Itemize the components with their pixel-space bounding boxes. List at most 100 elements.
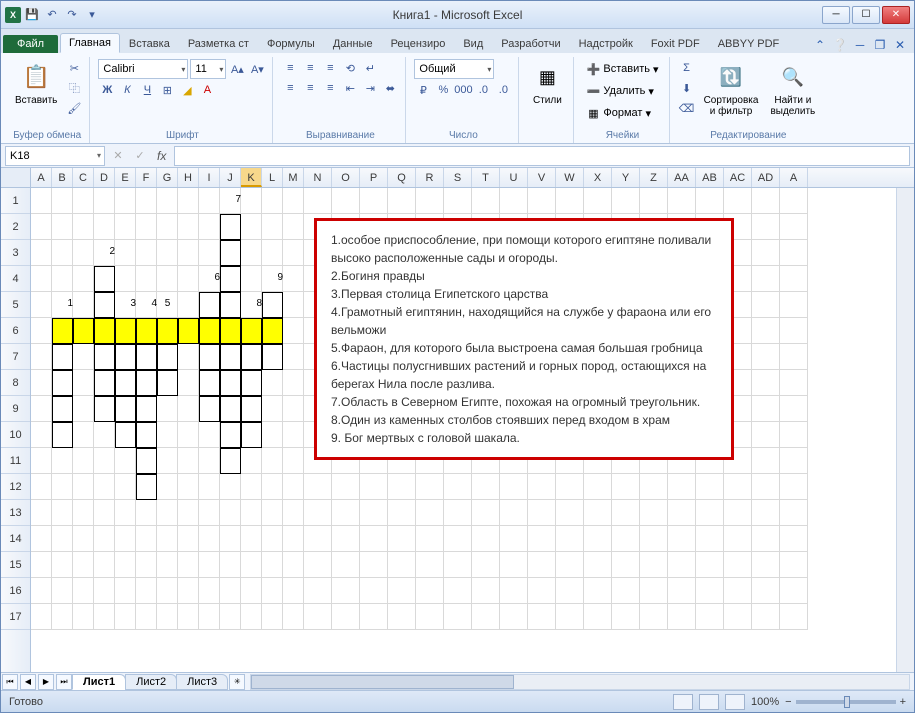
crossword-cell[interactable] — [220, 370, 241, 396]
crossword-cell[interactable] — [136, 396, 157, 422]
column-header[interactable]: N — [304, 168, 332, 187]
align-bottom-button[interactable]: ≡ — [321, 59, 339, 77]
column-header[interactable]: Z — [640, 168, 668, 187]
align-middle-button[interactable]: ≡ — [301, 59, 319, 77]
tab-foxit[interactable]: Foxit PDF — [642, 34, 709, 53]
align-right-button[interactable]: ≡ — [321, 79, 339, 97]
crossword-cell[interactable] — [52, 370, 73, 396]
crossword-cell[interactable] — [262, 318, 283, 344]
column-header[interactable]: H — [178, 168, 199, 187]
column-header[interactable]: I — [199, 168, 220, 187]
column-header[interactable]: P — [360, 168, 388, 187]
vertical-scrollbar[interactable] — [896, 188, 914, 672]
align-left-button[interactable]: ≡ — [281, 79, 299, 97]
file-tab[interactable]: Файл — [3, 35, 58, 53]
crossword-cell[interactable] — [199, 396, 220, 422]
sheet-nav-prev[interactable]: ◀ — [20, 674, 36, 690]
row-header[interactable]: 14 — [1, 526, 30, 552]
tab-insert[interactable]: Вставка — [120, 34, 179, 53]
italic-button[interactable]: К — [118, 81, 136, 99]
zoom-slider[interactable] — [796, 700, 896, 704]
delete-cells-button[interactable]: ➖Удалить ▾ — [582, 81, 662, 101]
crossword-cell[interactable] — [136, 422, 157, 448]
format-painter-button[interactable]: 🖌 — [65, 99, 83, 117]
crossword-cell[interactable] — [115, 344, 136, 370]
view-pagebreak-button[interactable] — [725, 694, 745, 710]
column-header[interactable]: E — [115, 168, 136, 187]
crossword-cell[interactable] — [262, 344, 283, 370]
align-top-button[interactable]: ≡ — [281, 59, 299, 77]
ribbon-minimize-icon[interactable]: ⌃ — [812, 37, 828, 53]
crossword-cell[interactable] — [94, 370, 115, 396]
row-header[interactable]: 13 — [1, 500, 30, 526]
crossword-cell[interactable] — [220, 422, 241, 448]
row-header[interactable]: 9 — [1, 396, 30, 422]
decrease-decimal-button[interactable]: .0 — [494, 81, 512, 99]
help-icon[interactable]: ❔ — [832, 37, 848, 53]
crossword-cell[interactable] — [136, 370, 157, 396]
column-header[interactable]: AC — [724, 168, 752, 187]
comma-button[interactable]: 000 — [454, 81, 472, 99]
increase-decimal-button[interactable]: .0 — [474, 81, 492, 99]
crossword-cell[interactable] — [241, 370, 262, 396]
currency-button[interactable]: ₽ — [414, 81, 432, 99]
fill-color-button[interactable]: ◢ — [178, 81, 196, 99]
column-header[interactable]: B — [52, 168, 73, 187]
wrap-text-button[interactable]: ↵ — [361, 59, 379, 77]
crossword-cell[interactable] — [157, 344, 178, 370]
row-header[interactable]: 3 — [1, 240, 30, 266]
paste-button[interactable]: 📋 Вставить — [11, 59, 61, 108]
crossword-cell[interactable] — [199, 292, 220, 318]
qat-redo-button[interactable]: ↷ — [63, 6, 81, 24]
workbook-restore-icon[interactable]: ❐ — [872, 37, 888, 53]
crossword-cell[interactable] — [73, 318, 94, 344]
row-header[interactable]: 5 — [1, 292, 30, 318]
crossword-cell[interactable] — [220, 292, 241, 318]
tab-abbyy[interactable]: ABBYY PDF — [709, 34, 789, 53]
tab-view[interactable]: Вид — [454, 34, 492, 53]
qat-save-button[interactable]: 💾 — [23, 6, 41, 24]
column-header[interactable]: Q — [388, 168, 416, 187]
excel-icon[interactable]: X — [5, 7, 21, 23]
column-header[interactable]: AA — [668, 168, 696, 187]
clues-textbox[interactable]: 1.особое приспособление, при помощи кото… — [314, 218, 734, 460]
qat-undo-button[interactable]: ↶ — [43, 6, 61, 24]
column-header[interactable]: U — [500, 168, 528, 187]
font-name-combo[interactable]: Calibri — [98, 59, 188, 79]
crossword-cell[interactable] — [199, 344, 220, 370]
crossword-cell[interactable] — [241, 422, 262, 448]
crossword-cell[interactable] — [220, 448, 241, 474]
crossword-cell[interactable] — [52, 344, 73, 370]
column-header[interactable]: S — [444, 168, 472, 187]
row-header[interactable]: 11 — [1, 448, 30, 474]
qat-customize-icon[interactable]: ▾ — [83, 6, 101, 24]
name-box[interactable]: K18 — [5, 146, 105, 166]
crossword-cell[interactable] — [199, 370, 220, 396]
bold-button[interactable]: Ж — [98, 81, 116, 99]
cells-area[interactable]: 7269134581.особое приспособление, при по… — [31, 188, 914, 672]
column-header[interactable]: V — [528, 168, 556, 187]
fx-icon[interactable]: fx — [153, 149, 170, 163]
cut-button[interactable]: ✂ — [65, 59, 83, 77]
row-header[interactable]: 6 — [1, 318, 30, 344]
column-header[interactable]: R — [416, 168, 444, 187]
crossword-cell[interactable] — [178, 318, 199, 344]
crossword-cell[interactable] — [115, 318, 136, 344]
shrink-font-button[interactable]: A▾ — [248, 60, 266, 78]
crossword-cell[interactable] — [220, 240, 241, 266]
crossword-cell[interactable] — [157, 318, 178, 344]
sheet-nav-last[interactable]: ⏭ — [56, 674, 72, 690]
row-header[interactable]: 12 — [1, 474, 30, 500]
cancel-formula-icon[interactable]: ✕ — [109, 147, 127, 165]
increase-indent-button[interactable]: ⇥ — [361, 79, 379, 97]
crossword-cell[interactable] — [220, 318, 241, 344]
crossword-cell[interactable] — [136, 318, 157, 344]
row-header[interactable]: 15 — [1, 552, 30, 578]
crossword-cell[interactable] — [115, 370, 136, 396]
font-color-button[interactable]: A — [198, 81, 216, 99]
view-layout-button[interactable] — [699, 694, 719, 710]
crossword-cell[interactable] — [136, 474, 157, 500]
crossword-cell[interactable] — [52, 422, 73, 448]
column-header[interactable]: L — [262, 168, 283, 187]
row-header[interactable]: 7 — [1, 344, 30, 370]
